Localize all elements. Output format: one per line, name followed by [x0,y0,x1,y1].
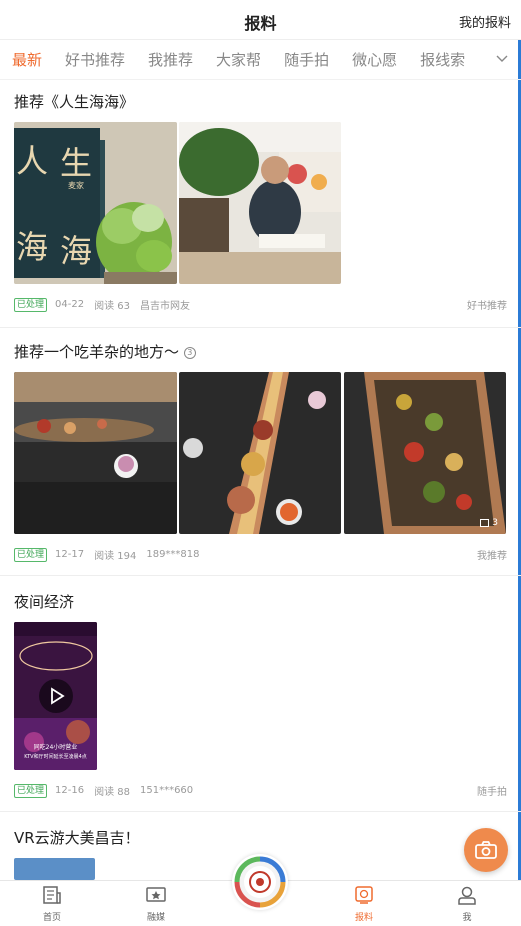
user-icon [458,886,476,905]
post-image[interactable]: 3 [344,372,506,534]
image-count-text: 3 [492,518,498,528]
category-tabs: 最新 好书推荐 我推荐 大家帮 随手拍 微心愿 报线索 [0,40,521,80]
nav-home[interactable]: 首页 [17,885,87,923]
tab-wish[interactable]: 微心愿 [352,49,397,70]
status-badge: 已处理 [14,783,48,798]
post-image[interactable]: 人 生 海 海 麦家 [14,122,177,284]
post-reads: 阅读 63 [94,301,130,312]
page-title: 报料 [244,14,277,33]
book-author: 麦家 [68,181,84,190]
nav-media[interactable]: 融媒 [121,885,191,923]
tab-latest[interactable]: 最新 [12,49,42,70]
my-reports-link[interactable]: 我的报料 [459,12,511,31]
post-category[interactable]: 我推荐 [477,547,507,562]
post-reads: 阅读 88 [94,787,130,798]
image-count: 3 [480,518,498,528]
top-bar: 报料 我的报料 [0,0,521,40]
center-logo-button[interactable] [232,854,288,910]
tab-help[interactable]: 大家帮 [216,49,261,70]
post-image[interactable] [14,858,95,880]
nav-report[interactable]: 报料 [329,885,399,923]
post-image[interactable] [179,372,341,534]
post-meta: 已处理 12-17 阅读 194 189***818 [14,547,200,562]
post-card[interactable]: 推荐《人生海海》 人 生 海 海 麦家 已处理 04-22 阅读 63 昌吉市网… [0,80,521,320]
tab-my-recommend[interactable]: 我推荐 [148,49,193,70]
post-card[interactable]: 推荐一个吃羊杂的地方～ 3 3 已处理 12-17 阅读 194 189***8… [0,328,521,574]
tab-book-recommend[interactable]: 好书推荐 [65,49,125,70]
post-title: 推荐《人生海海》 [14,93,135,111]
book-char: 生 [60,144,93,182]
post-author: 189***818 [146,549,200,560]
book-char: 人 [16,142,49,180]
video-caption: KTV和厅时间延长至凌晨4点 [24,754,87,760]
post-author: 151***660 [139,785,194,796]
post-meta: 已处理 04-22 阅读 63 昌吉市网友 [14,297,190,312]
post-image[interactable] [14,372,177,534]
post-date: 04-22 [55,299,85,310]
book-char: 海 [16,228,49,266]
nav-label: 首页 [42,913,61,923]
tab-snapshot[interactable]: 随手拍 [284,49,329,70]
media-icon [146,887,166,902]
tab-clue[interactable]: 报线索 [420,49,465,70]
post-author: 昌吉市网友 [139,301,190,312]
post-title: VR云游大美昌吉！ [14,829,140,847]
post-category[interactable]: 好书推荐 [467,297,507,312]
play-icon[interactable] [39,679,73,713]
post-date: 12-16 [55,785,85,796]
app-logo-icon [234,856,286,908]
video-caption: 同吃24小时营业 [33,744,78,751]
post-card[interactable]: 夜间经济 同吃24小时营业 KTV和厅时间延长至凌晨4点 已处理 12-16 阅… [0,576,521,810]
book-char: 海 [60,232,93,270]
chevron-down-icon[interactable] [495,52,509,66]
nav-label: 报料 [354,913,373,923]
nav-label: 融媒 [146,913,165,923]
post-reads: 阅读 194 [94,551,137,562]
status-badge: 已处理 [14,547,48,562]
post-title-text: 推荐一个吃羊杂的地方～ [14,343,180,361]
camera-icon [475,841,497,859]
post-meta: 已处理 12-16 阅读 88 151***660 [14,783,193,798]
nav-me[interactable]: 我 [432,885,502,923]
newspaper-icon [43,886,61,904]
post-image[interactable] [179,122,341,284]
image-icon [480,519,490,527]
post-category[interactable]: 随手拍 [477,783,507,798]
video-thumbnail[interactable]: 同吃24小时营业 KTV和厅时间延长至凌晨4点 [14,622,97,770]
report-icon [355,886,373,904]
image-count-circle: 3 [183,346,196,359]
post-date: 12-17 [55,549,85,560]
nav-label: 我 [462,913,472,923]
post-title: 夜间经济 [14,593,75,611]
camera-button[interactable] [464,828,508,872]
post-title: 推荐一个吃羊杂的地方～ 3 [14,341,196,362]
status-badge: 已处理 [14,297,48,312]
